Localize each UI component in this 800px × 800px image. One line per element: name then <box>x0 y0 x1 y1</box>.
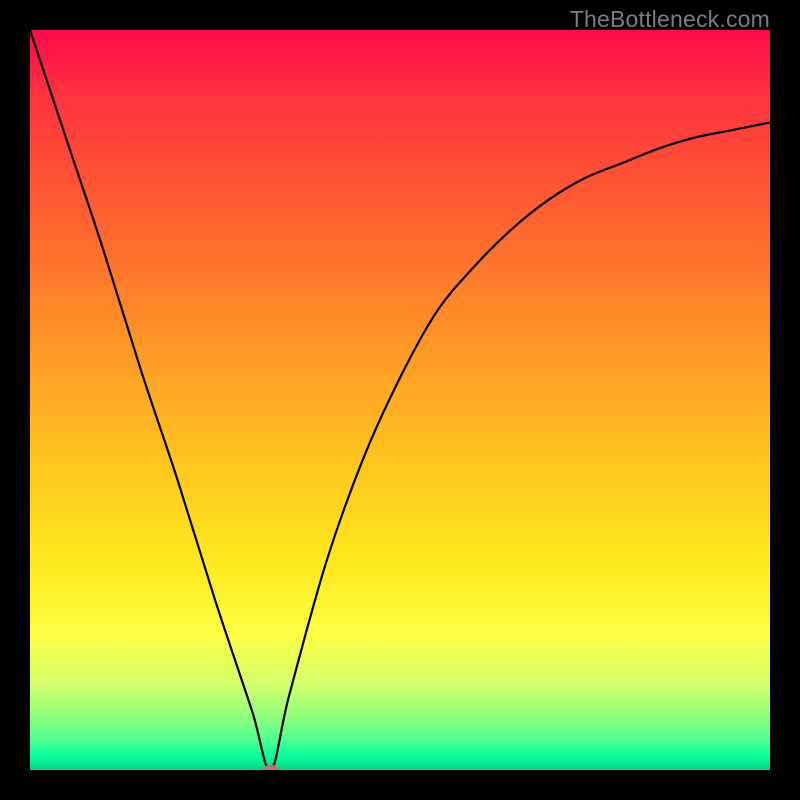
chart-frame: TheBottleneck.com <box>0 0 800 800</box>
chart-svg <box>30 30 770 770</box>
optimum-marker <box>264 765 278 770</box>
chart-panel <box>30 30 770 770</box>
attribution-label: TheBottleneck.com <box>570 6 770 33</box>
bottleneck-curve <box>30 30 770 770</box>
